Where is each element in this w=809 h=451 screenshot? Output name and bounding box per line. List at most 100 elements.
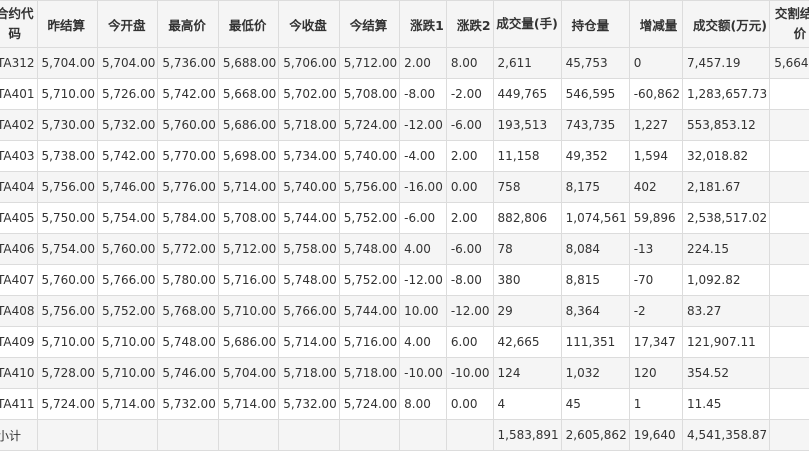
table-cell: 83.27	[682, 295, 771, 327]
table-cell: 2,538,517.02	[682, 202, 771, 234]
table-cell: -2.00	[445, 78, 494, 110]
table-cell: 5,752.00	[96, 295, 159, 327]
table-cell	[769, 140, 809, 172]
table-cell: 5,766.00	[278, 295, 340, 327]
table-cell: 49,352	[560, 140, 630, 172]
contract-code-cell: TA409	[0, 326, 38, 358]
contract-code-cell: 小计	[0, 419, 38, 451]
table-row: TA406 5,754.00 5,760.00 5,772.00 5,712.00 5,7…	[0, 233, 809, 265]
table-cell: 5,704.00	[96, 47, 159, 79]
table-cell: 5,754.00	[96, 202, 159, 234]
table-cell: 5,710.00	[96, 326, 159, 358]
table-cell: 5,732.00	[157, 388, 219, 420]
table-cell: 5,756.00	[36, 295, 98, 327]
table-cell: 17,347	[628, 326, 684, 358]
table-cell: 5,718.00	[278, 109, 340, 141]
table-cell: 5,748.00	[157, 326, 219, 358]
futures-settlement-table: 合约代码 昨结算 今开盘 最高价 最低价 今收盘 今结算 涨跌1 涨跌2 成交量…	[0, 0, 809, 451]
table-cell: 553,853.12	[682, 109, 771, 141]
header-cell: 交割结算价	[769, 0, 809, 48]
contract-code-cell: TA405	[0, 202, 38, 234]
table-cell: 5,756.00	[36, 171, 98, 203]
table-cell	[96, 419, 159, 451]
table-cell: 5,664.00	[769, 47, 809, 79]
table-cell: 5,724.00	[338, 388, 401, 420]
table-cell	[769, 78, 809, 110]
table-cell: -6.00	[445, 109, 494, 141]
table-cell	[769, 233, 809, 265]
table-cell: 45,753	[560, 47, 630, 79]
table-cell: 5,698.00	[217, 140, 280, 172]
table-cell	[445, 419, 494, 451]
table-cell: 5,708.00	[338, 78, 401, 110]
table-cell: 45	[560, 388, 630, 420]
table-cell: -4.00	[399, 140, 447, 172]
table-cell: 5,704.00	[217, 357, 280, 389]
header-cell: 持仓量	[560, 0, 630, 48]
table-cell: 1,583,891	[492, 419, 562, 451]
table-cell: -12.00	[399, 264, 447, 296]
table-cell: 5,758.00	[278, 233, 340, 265]
table-cell: 5,732.00	[278, 388, 340, 420]
table-cell	[769, 109, 809, 141]
table-cell: 0.00	[445, 388, 494, 420]
table-cell: 5,780.00	[157, 264, 219, 296]
table-cell: 5,752.00	[338, 202, 401, 234]
table-cell: 5,710.00	[217, 295, 280, 327]
table-cell: 5,728.00	[36, 357, 98, 389]
contract-code-cell: TA406	[0, 233, 38, 265]
table-cell: 5,734.00	[278, 140, 340, 172]
table-row: TA409 5,710.00 5,710.00 5,748.00 5,686.00 5,7…	[0, 326, 809, 358]
table-cell: 8,175	[560, 171, 630, 203]
table-cell: -13	[628, 233, 684, 265]
table-cell: 743,735	[560, 109, 630, 141]
table-cell: 224.15	[682, 233, 771, 265]
table-cell: -10.00	[445, 357, 494, 389]
table-cell: 4.00	[399, 326, 447, 358]
table-cell: 32,018.82	[682, 140, 771, 172]
table-cell: 11,158	[492, 140, 562, 172]
table-row: TA408 5,756.00 5,752.00 5,768.00 5,710.00 5,7…	[0, 295, 809, 327]
header-cell: 合约代码	[0, 0, 38, 48]
table-cell: 5,768.00	[157, 295, 219, 327]
table-cell: 8.00	[399, 388, 447, 420]
table-cell	[399, 419, 447, 451]
table-cell: 120	[628, 357, 684, 389]
header-row: 合约代码 昨结算 今开盘 最高价 最低价 今收盘 今结算 涨跌1 涨跌2 成交量…	[0, 0, 809, 48]
table-cell: 5,766.00	[96, 264, 159, 296]
table-cell: 5,744.00	[338, 295, 401, 327]
table-cell: -12.00	[399, 109, 447, 141]
table-cell: 5,726.00	[96, 78, 159, 110]
table-cell: 193,513	[492, 109, 562, 141]
contract-code-cell: TA408	[0, 295, 38, 327]
table-cell: 19,640	[628, 419, 684, 451]
table-cell: 5,704.00	[36, 47, 98, 79]
header-cell: 最高价	[157, 0, 219, 48]
table-row: TA411 5,724.00 5,714.00 5,732.00 5,714.00 5,7…	[0, 388, 809, 420]
table-cell: 5,742.00	[96, 140, 159, 172]
table-cell: 4.00	[399, 233, 447, 265]
table-cell: 5,710.00	[36, 78, 98, 110]
table-cell: 5,748.00	[338, 233, 401, 265]
table-cell: 5,724.00	[338, 109, 401, 141]
table-cell: 7,457.19	[682, 47, 771, 79]
table-cell: 5,746.00	[96, 171, 159, 203]
table-cell	[157, 419, 219, 451]
table-cell	[769, 171, 809, 203]
header-cell: 今结算	[338, 0, 401, 48]
table-cell: 5,712.00	[217, 233, 280, 265]
table-cell: 5,686.00	[217, 326, 280, 358]
table-cell: 29	[492, 295, 562, 327]
table-cell: 5,738.00	[36, 140, 98, 172]
table-cell: 5,742.00	[157, 78, 219, 110]
table-row: TA402 5,730.00 5,732.00 5,760.00 5,686.00 5,7…	[0, 109, 809, 141]
table-cell: -6.00	[445, 233, 494, 265]
table-cell: 5,746.00	[157, 357, 219, 389]
table-cell: 546,595	[560, 78, 630, 110]
table-cell: 1,594	[628, 140, 684, 172]
table-cell: 5,714.00	[217, 388, 280, 420]
table-row: TA404 5,756.00 5,746.00 5,776.00 5,714.00 5,7…	[0, 171, 809, 203]
table-cell	[769, 419, 809, 451]
table-body: TA312 5,704.00 5,704.00 5,736.00 5,688.00 5,7…	[0, 47, 809, 451]
table-cell	[769, 202, 809, 234]
